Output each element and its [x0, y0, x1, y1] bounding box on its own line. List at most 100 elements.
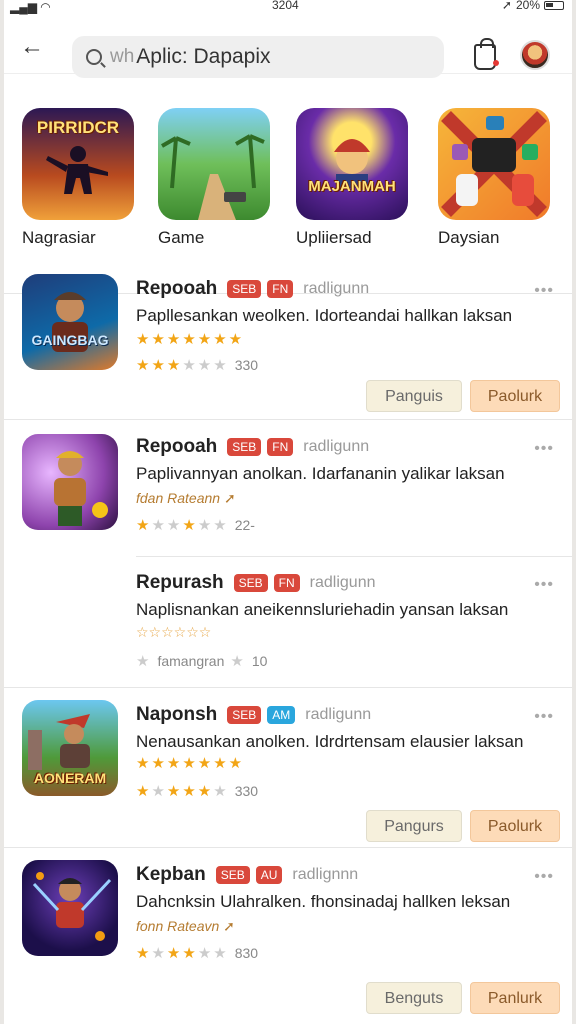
- badge: FN: [267, 438, 294, 456]
- rating-count: 22-: [234, 517, 255, 533]
- app-description: Dahcnksin Ulahralken. fhonsinadaj hallke…: [136, 892, 511, 911]
- badge: SEB: [233, 574, 268, 592]
- rating-note: fdan Rateann ➚: [136, 490, 236, 506]
- app-icon: GAINGBAG: [22, 274, 118, 370]
- app-description: Paplivannyan anolkan. Idarfananin yalika…: [136, 464, 505, 483]
- star-strip-text: ★★★★★★★: [136, 331, 245, 348]
- rating-count: 330: [234, 783, 259, 799]
- app-screen: ▂▄▆ ◠ 3204 ➚ 20% ← wh Aplic: Dapapix PIR…: [4, 0, 572, 1024]
- rating-row: ★★★★★★ 830: [136, 944, 258, 962]
- app-title-line: Kepban SEB AU radlignnn: [136, 864, 358, 886]
- game-controller-art: [441, 111, 547, 217]
- primary-button[interactable]: Paolurk: [470, 810, 560, 842]
- category-label: Nagrasiar: [22, 228, 96, 247]
- star-rating-icon: ★★★★★★: [136, 357, 229, 374]
- category-item[interactable]: Daysian: [438, 108, 558, 248]
- app-name: Repooah: [136, 436, 218, 457]
- category-tile-image: MAJANMAH: [296, 108, 408, 220]
- miner-art: [54, 451, 108, 526]
- developer-name: radligunn: [309, 574, 376, 591]
- shopping-bag-icon[interactable]: [474, 38, 499, 70]
- list-item[interactable]: GAINGBAG Repooah SEB FN radligunn ••• Pa…: [4, 262, 572, 420]
- badge: FN: [267, 280, 294, 298]
- list-item[interactable]: Repooah SEB FN radligunn ••• Paplivannya…: [4, 420, 572, 556]
- app-title-line: Repurash SEB FN radligunn: [136, 572, 375, 594]
- star-icon: ★: [136, 653, 152, 670]
- badge: FN: [273, 574, 300, 592]
- category-tile-image: PIRRIDCR: [22, 108, 134, 220]
- jungle-road-art: [161, 134, 265, 220]
- primary-button[interactable]: Paolurk: [470, 380, 560, 412]
- category-tile-image: [158, 108, 270, 220]
- star-strip-text: ☆☆☆☆☆☆: [136, 624, 212, 640]
- secondary-button[interactable]: Benguts: [366, 982, 462, 1014]
- rating-count: 830: [234, 945, 259, 961]
- star-rating-icon: ★★★★★★: [136, 945, 229, 962]
- status-time: 3204: [272, 0, 299, 12]
- warrior-art: [52, 292, 88, 352]
- rating-count: 10: [251, 653, 268, 669]
- list-item[interactable]: Repurash SEB FN radligunn ••• Naplisnank…: [4, 556, 572, 688]
- star-strip: ★★★★★★★: [136, 754, 244, 772]
- app-icon: AONERAM: [22, 700, 118, 796]
- back-arrow-icon[interactable]: ←: [20, 35, 44, 60]
- more-options-icon[interactable]: •••: [534, 282, 554, 300]
- secondary-button[interactable]: Pangurs: [366, 810, 462, 842]
- badge: SEB: [227, 280, 262, 298]
- star-rating-icon: ★★★★★★: [136, 517, 229, 534]
- avatar[interactable]: [520, 40, 550, 70]
- battery-level: 20%: [515, 0, 540, 12]
- app-name: Repurash: [136, 572, 224, 593]
- search-input[interactable]: wh Aplic: Dapapix: [72, 36, 444, 78]
- app-title-line: Repooah SEB FN radligunn: [136, 278, 369, 300]
- developer-name: radligunn: [303, 280, 370, 297]
- list-item[interactable]: Kepban SEB AU radlignnn ••• Dahcnksin Ul…: [4, 848, 572, 1024]
- star-icon: ★: [230, 653, 246, 670]
- badge: AM: [267, 706, 296, 724]
- badge: SEB: [227, 438, 262, 456]
- search-prefix: wh: [110, 46, 135, 67]
- app-icon: [22, 434, 118, 530]
- developer-name: radligunn: [305, 706, 372, 723]
- app-name: Naponsh: [136, 704, 218, 725]
- app-description: Papllesankan weolken. Idorteandai hallka…: [136, 306, 513, 325]
- app-description: Nenausankan anolken. Idrdrtensam elausie…: [136, 732, 524, 751]
- battery-area: ➚ 20%: [502, 0, 564, 12]
- secondary-button[interactable]: Panguis: [366, 380, 462, 412]
- battery-icon: [544, 0, 564, 10]
- primary-button[interactable]: Panlurk: [470, 982, 560, 1014]
- developer-name: radligunn: [303, 438, 370, 455]
- category-item[interactable]: Game: [158, 108, 278, 248]
- icon-logo-text: AONERAM: [33, 770, 107, 786]
- rating-row: ★★★★★★ 22-: [136, 516, 255, 534]
- rating-label: famangran: [157, 653, 225, 669]
- badge: AU: [255, 866, 283, 884]
- star-strip: ★★★★★★★: [136, 330, 244, 348]
- hero-face-art: [334, 139, 370, 188]
- star-rating-icon: ★★★★★★: [136, 783, 229, 800]
- rating-row: ★ famangran ★ 10: [136, 652, 267, 670]
- status-bar: ▂▄▆ ◠ 3204 ➚ 20%: [4, 0, 572, 14]
- badge: SEB: [227, 706, 262, 724]
- category-item[interactable]: MAJANMAH Upliiersad: [296, 108, 416, 248]
- more-options-icon[interactable]: •••: [534, 576, 554, 594]
- more-options-icon[interactable]: •••: [534, 868, 554, 886]
- icon-logo-text: GAINGBAG: [31, 332, 109, 348]
- search-header: ← wh Aplic: Dapapix: [4, 14, 572, 78]
- signal-icon: ▂▄▆ ◠: [10, 0, 51, 14]
- app-title-line: Naponsh SEB AM radligunn: [136, 704, 371, 726]
- app-name: Repooah: [136, 278, 218, 299]
- divider: [136, 556, 572, 557]
- more-options-icon[interactable]: •••: [534, 708, 554, 726]
- tile-logo-text: MAJANMAH: [308, 178, 396, 195]
- list-item[interactable]: AONERAM Naponsh SEB AM radligunn ••• Nen…: [4, 688, 572, 848]
- rating-note: fonn Rateavn ➚: [136, 918, 235, 934]
- rating-row: ★★★★★★ 330: [136, 782, 258, 800]
- fighter-silhouette: [46, 146, 108, 194]
- location-icon: ➚: [501, 0, 512, 12]
- rating-row: ★★★★★★ 330: [136, 356, 258, 374]
- more-options-icon[interactable]: •••: [534, 440, 554, 458]
- category-item[interactable]: PIRRIDCR Nagrasiar: [22, 108, 142, 248]
- search-icon: [86, 49, 102, 65]
- rating-count: 330: [234, 357, 259, 373]
